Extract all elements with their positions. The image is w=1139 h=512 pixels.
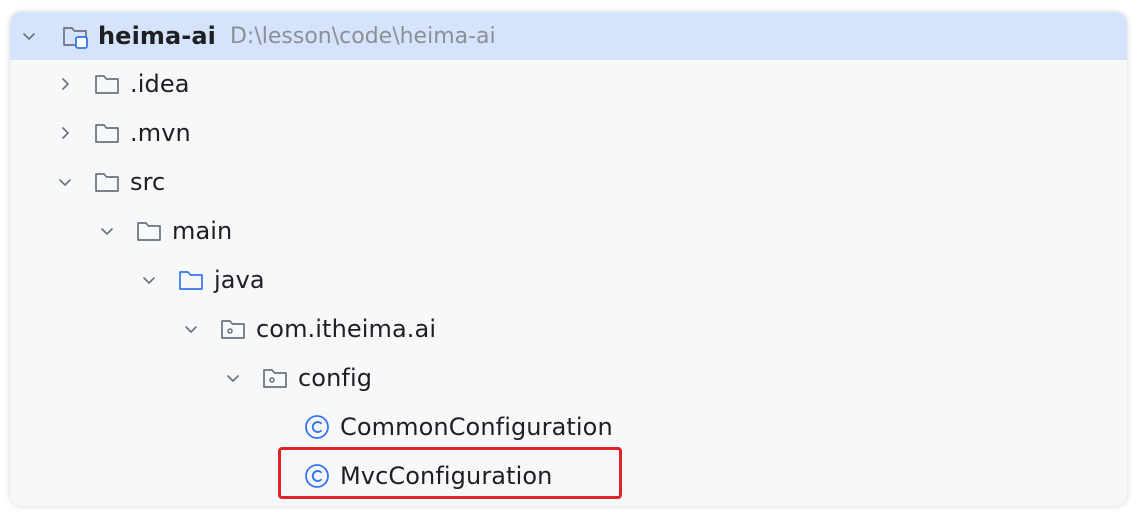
tree-item-config[interactable]: config (10, 354, 1127, 402)
tree-item-label: java (214, 266, 265, 294)
tree-item-label: CommonConfiguration (340, 413, 613, 441)
tree-item-label: main (172, 217, 233, 245)
tree-item-com-itheima-ai[interactable]: com.itheima.ai (10, 305, 1127, 353)
tree-item-src[interactable]: src (10, 158, 1127, 206)
project-tree-panel: heima-ai D:\lesson\code\heima-ai .idea .… (10, 12, 1127, 506)
chevron-down-icon[interactable] (180, 318, 202, 340)
tree-item-mvc-configuration[interactable]: MvcConfiguration (10, 452, 1127, 500)
tree-item-label: .mvn (130, 119, 191, 147)
tree-item-label: .idea (130, 70, 190, 98)
tree-root-heima-ai[interactable]: heima-ai D:\lesson\code\heima-ai (10, 12, 1127, 60)
chevron-right-icon[interactable] (54, 122, 76, 144)
tree-item-label: config (298, 364, 373, 392)
tree-item-java[interactable]: java (10, 256, 1127, 304)
package-icon (218, 314, 248, 344)
folder-icon (92, 69, 122, 99)
java-class-icon (302, 461, 332, 491)
module-folder-icon (60, 21, 90, 51)
tree-item-label: com.itheima.ai (256, 315, 437, 343)
tree-item-label: src (130, 168, 166, 196)
tree-item-common-configuration[interactable]: CommonConfiguration (10, 403, 1127, 451)
tree-root-name: heima-ai (98, 22, 216, 50)
source-root-folder-icon (176, 265, 206, 295)
chevron-right-icon[interactable] (54, 73, 76, 95)
chevron-down-icon[interactable] (54, 171, 76, 193)
tree-root-path: D:\lesson\code\heima-ai (229, 23, 496, 49)
chevron-down-icon[interactable] (18, 25, 40, 47)
tree-item-label: MvcConfiguration (340, 462, 553, 490)
folder-icon (134, 216, 164, 246)
java-class-icon (302, 412, 332, 442)
tree-item-idea[interactable]: .idea (10, 60, 1127, 108)
package-icon (260, 363, 290, 393)
tree-item-main[interactable]: main (10, 207, 1127, 255)
chevron-down-icon[interactable] (222, 367, 244, 389)
folder-icon (92, 118, 122, 148)
chevron-down-icon[interactable] (96, 220, 118, 242)
chevron-down-icon[interactable] (138, 269, 160, 291)
tree-item-mvn[interactable]: .mvn (10, 109, 1127, 157)
folder-icon (92, 167, 122, 197)
